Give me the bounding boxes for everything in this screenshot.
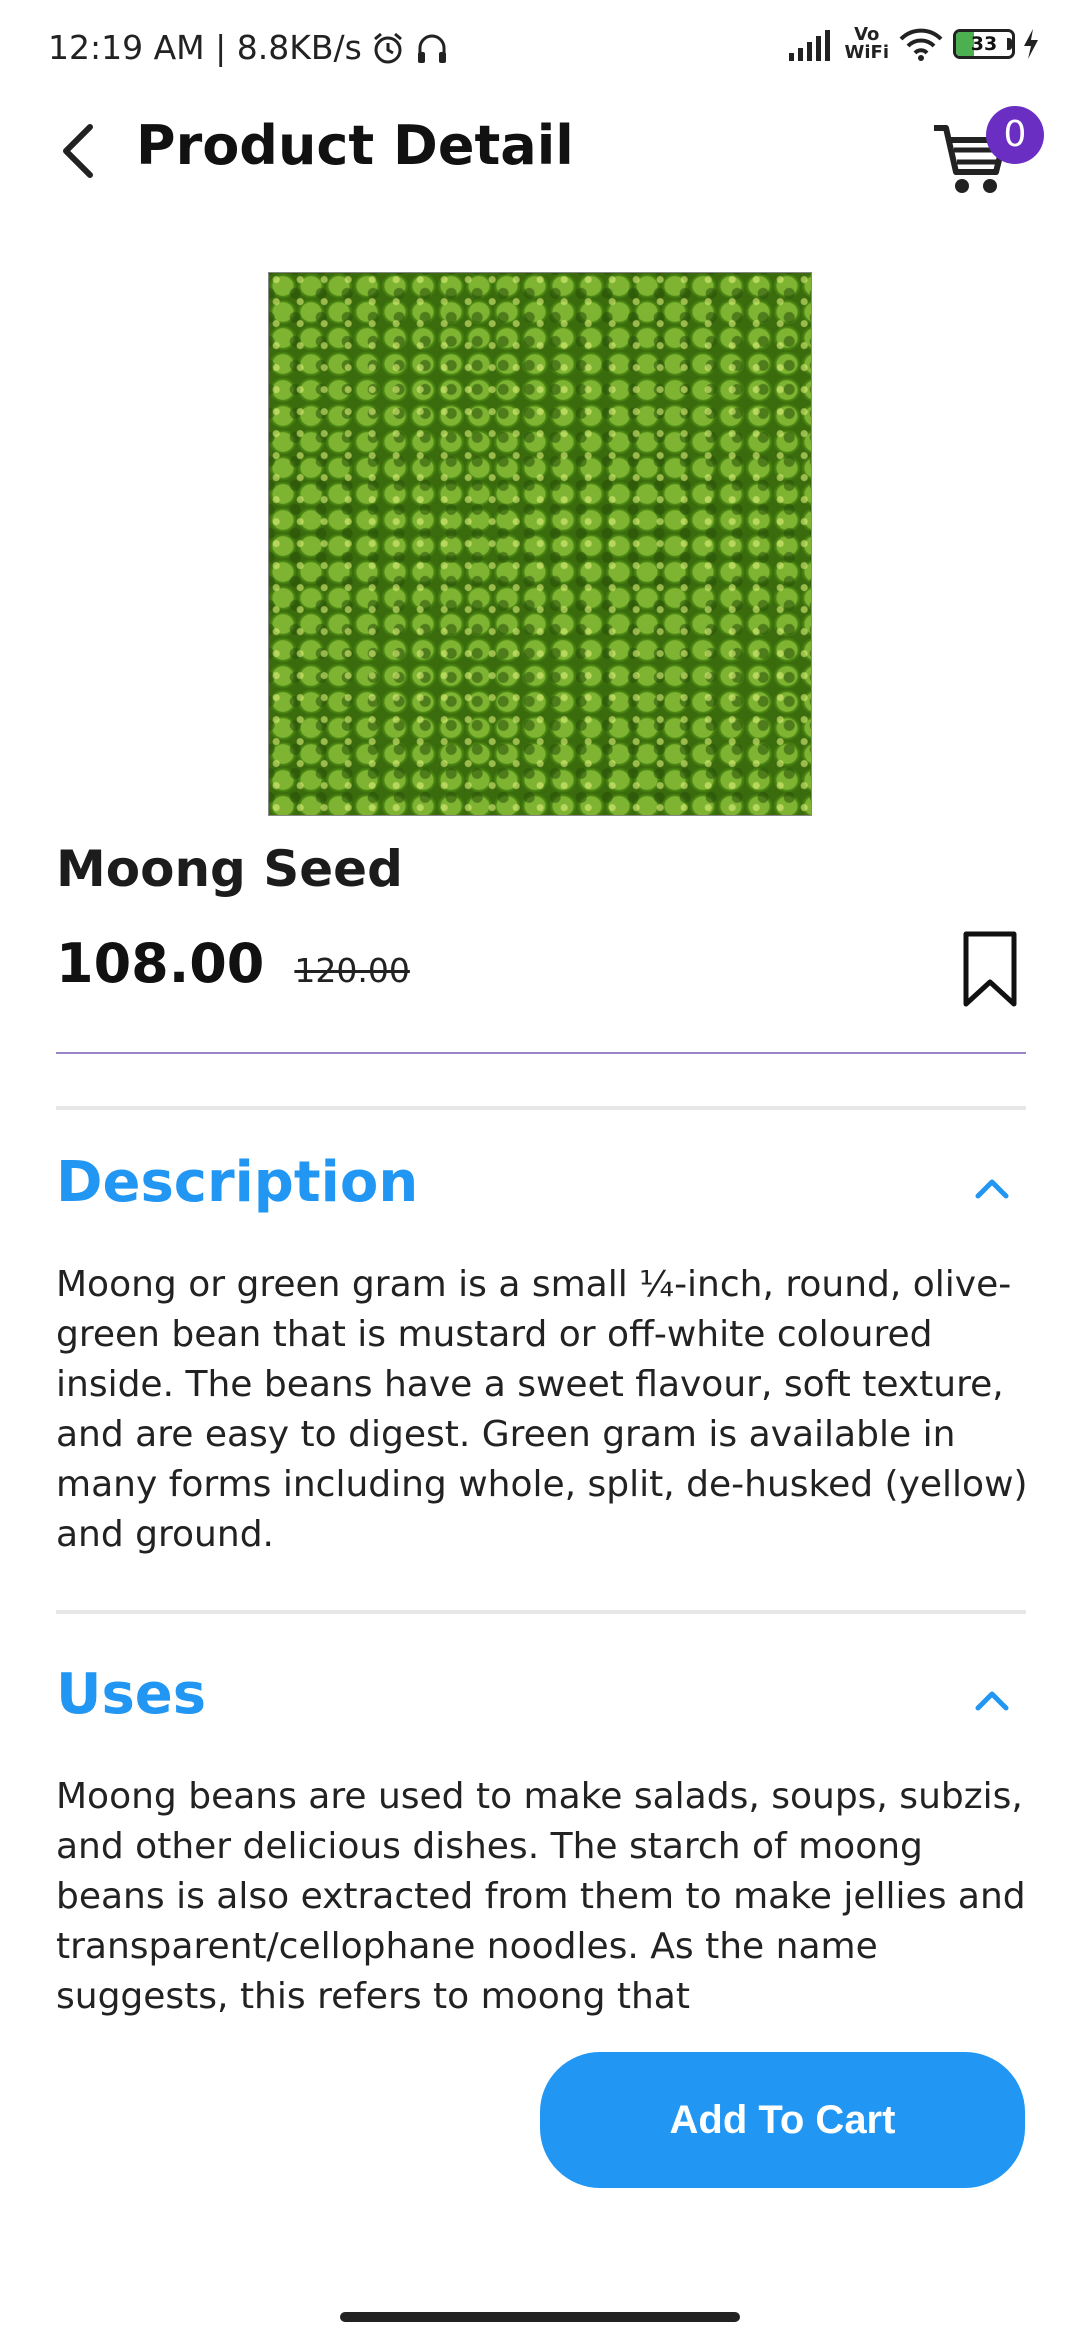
price-row: 108.00 120.00 — [56, 932, 410, 995]
back-button[interactable] — [52, 116, 104, 186]
product-name: Moong Seed — [56, 840, 403, 898]
page-title: Product Detail — [136, 114, 574, 177]
app-header: Product Detail 0 — [0, 96, 1080, 206]
uses-text: Moong beans are used to make salads, sou… — [56, 1776, 1026, 2017]
battery-icon: 33 — [953, 29, 1015, 59]
status-right: Vo WiFi 33 — [787, 26, 1041, 62]
vowifi-bottom: WiFi — [844, 42, 890, 63]
divider — [56, 1610, 1026, 1614]
chevron-up-icon[interactable] — [970, 1166, 1014, 1210]
cart-button[interactable]: 0 — [930, 106, 1044, 198]
product-image — [268, 272, 812, 816]
home-indicator[interactable] — [340, 2312, 740, 2322]
status-left: 12:19 AM | 8.8KB/s — [48, 28, 450, 67]
bookmark-icon — [963, 931, 1017, 1007]
add-to-cart-button[interactable]: Add To Cart — [540, 2052, 1025, 2188]
signal-icon — [788, 30, 830, 61]
chevron-left-icon — [63, 124, 93, 178]
wifi-icon — [899, 28, 943, 61]
current-price: 108.00 — [56, 932, 265, 995]
vowifi-indicator: Vo WiFi — [845, 26, 890, 62]
cart-count-badge: 0 — [986, 106, 1044, 164]
alarm-icon — [373, 32, 402, 63]
divider — [56, 1052, 1026, 1054]
original-price: 120.00 — [294, 951, 410, 990]
bookmark-button[interactable] — [960, 930, 1020, 1010]
battery-level: 33 — [970, 33, 998, 55]
uses-section-title[interactable]: Uses — [56, 1662, 206, 1727]
status-bar: 12:19 AM | 8.8KB/s Vo WiFi 33 — [0, 0, 1080, 96]
description-section-title[interactable]: Description — [56, 1150, 418, 1215]
chevron-up-icon[interactable] — [970, 1678, 1014, 1722]
status-time: 12:19 AM | 8.8KB/s — [48, 28, 362, 67]
divider — [56, 1106, 1026, 1110]
charging-icon — [1024, 29, 1038, 59]
battery-group: 33 — [953, 29, 1015, 59]
description-text: Moong or green gram is a small ¼-inch, r… — [56, 1264, 1028, 1555]
headphones-icon — [417, 34, 446, 63]
